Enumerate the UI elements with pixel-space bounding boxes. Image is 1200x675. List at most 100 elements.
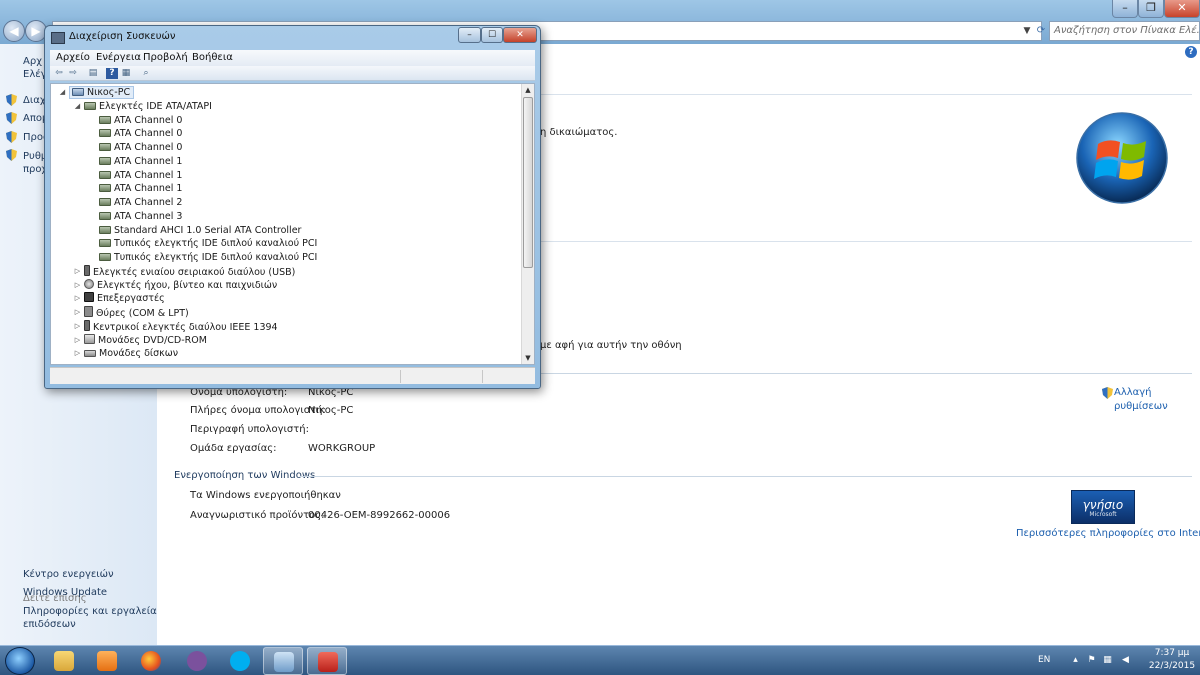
action-center-flag-icon[interactable]: ⚑ <box>1086 655 1097 666</box>
full-name-value: Νικος-PC <box>308 405 354 416</box>
tree-device[interactable]: ATA Channel 0 <box>99 141 182 154</box>
scan-hardware-icon[interactable]: ⌕ <box>140 68 152 79</box>
taskbar-app-system[interactable] <box>263 647 303 675</box>
taskbar-app-device-manager[interactable] <box>307 647 347 675</box>
sidebar-link-home[interactable]: Αρχ <box>23 55 42 68</box>
taskbar-app-skype[interactable] <box>220 647 260 675</box>
close-button[interactable]: ✕ <box>1164 0 1200 18</box>
change-settings-link[interactable]: Αλλαγή ρυθμίσεων <box>1102 386 1168 414</box>
skype-icon <box>230 651 250 671</box>
status-divider <box>482 370 483 383</box>
tree-device[interactable]: ATA Channel 2 <box>99 196 182 209</box>
device-manager-window: Διαχείριση Συσκευών – ☐ ✕ Αρχείο Ενέργει… <box>44 25 541 389</box>
expand-icon[interactable]: ▷ <box>73 265 82 278</box>
taskbar: EN ▴ ⚑ ▦ ◀ 7:37 μμ 22/3/2015 <box>0 645 1200 675</box>
scrollbar-thumb[interactable] <box>523 97 533 268</box>
show-hidden-icons-icon[interactable]: ▴ <box>1070 655 1081 666</box>
tree-device[interactable]: ATA Channel 1 <box>99 182 182 195</box>
tree-device-label: ATA Channel 0 <box>114 128 183 139</box>
genuine-badge-brand: Microsoft <box>1089 511 1117 518</box>
properties-icon[interactable]: ▤ <box>87 68 99 79</box>
taskbar-app-firefox[interactable] <box>131 647 171 675</box>
tree-category-usb[interactable]: ▷ Ελεγκτές ενιαίου σειριακού διαύλου (USB… <box>75 265 295 278</box>
tree-device[interactable]: ATA Channel 1 <box>99 155 182 168</box>
expand-icon[interactable]: ▷ <box>73 334 82 347</box>
tree-device-label: ATA Channel 1 <box>114 183 183 194</box>
system-icon <box>274 652 294 672</box>
tree-device[interactable]: ATA Channel 0 <box>99 127 182 140</box>
start-button[interactable] <box>5 647 35 675</box>
sidebar-link-device-manager[interactable]: Διαχ <box>23 94 46 107</box>
tree-device-label: Τυπικός ελεγκτής IDE διπλού καναλιού PCI <box>114 252 318 263</box>
tree-category-dvd[interactable]: ▷ Μονάδες DVD/CD-ROM <box>75 334 207 347</box>
search-input[interactable]: Αναζήτηση στον Πίνακα Ελέ... <box>1049 21 1200 41</box>
tree-category-label: Κεντρικοί ελεγκτές διαύλου IEEE 1394 <box>93 322 278 333</box>
close-button[interactable]: ✕ <box>503 27 537 43</box>
firewire-icon <box>84 320 90 331</box>
tree-category-label: Ελεγκτές ήχου, βίντεο και παιχνιδιών <box>97 280 278 291</box>
scroll-up-icon[interactable]: ▲ <box>522 84 534 96</box>
back-button[interactable]: ◀ <box>3 20 25 42</box>
maximize-button[interactable]: ☐ <box>481 27 503 43</box>
ide-channel-icon <box>99 143 111 151</box>
activation-status: Τα Windows ενεργοποιήθηκαν <box>190 490 341 501</box>
minimize-button[interactable]: – <box>458 27 481 43</box>
tree-category-processors[interactable]: ▷ Επεξεργαστές <box>75 292 165 305</box>
tree-category-disks[interactable]: ▷ Μονάδες δίσκων <box>75 347 178 360</box>
tree-device-label: ATA Channel 2 <box>114 197 183 208</box>
expand-icon[interactable]: ▷ <box>73 279 82 292</box>
minimize-button[interactable]: – <box>1112 0 1138 18</box>
shield-icon <box>6 131 17 143</box>
clock-date[interactable]: 22/3/2015 <box>1144 661 1200 671</box>
tree-category-ports[interactable]: ▷ Θύρες (COM & LPT) <box>75 306 189 319</box>
tree-device[interactable]: ATA Channel 0 <box>99 114 182 127</box>
taskbar-app-viber[interactable] <box>177 647 217 675</box>
collapse-icon[interactable]: ◢ <box>58 86 67 99</box>
network-icon[interactable]: ▦ <box>1102 655 1113 666</box>
tree-device[interactable]: ATA Channel 1 <box>99 169 182 182</box>
tree-category-ide[interactable]: ◢ Ελεγκτές IDE ATA/ATAPI <box>75 100 212 113</box>
scroll-down-icon[interactable]: ▼ <box>522 352 534 364</box>
menu-action[interactable]: Ενέργεια <box>96 52 141 63</box>
genuine-badge-text: γνήσιο <box>1082 498 1124 512</box>
taskbar-app-explorer[interactable] <box>44 647 84 675</box>
menu-help[interactable]: Βοήθεια <box>192 52 233 63</box>
taskbar-app-media-player[interactable] <box>87 647 127 675</box>
help-icon[interactable]: ? <box>1185 46 1197 58</box>
tree-category-ieee1394[interactable]: ▷ Κεντρικοί ελεγκτές διαύλου IEEE 1394 <box>75 320 278 333</box>
clock-time[interactable]: 7:37 μμ <box>1144 648 1200 658</box>
collapse-icon[interactable]: ◢ <box>73 100 82 113</box>
divider <box>540 94 1192 95</box>
tree-category-sound[interactable]: ▷ Ελεγκτές ήχου, βίντεο και παιχνιδιών <box>75 279 278 292</box>
expand-icon[interactable]: ▷ <box>73 306 82 319</box>
ide-channel-icon <box>99 171 111 179</box>
volume-icon[interactable]: ◀ <box>1120 655 1131 666</box>
back-arrow-icon[interactable]: ⇦ <box>53 68 65 79</box>
ide-controller-icon <box>84 102 96 110</box>
refresh-icon[interactable]: ⟳ <box>1034 22 1048 40</box>
forward-arrow-icon[interactable]: ⇨ <box>67 68 79 79</box>
details-icon[interactable]: ▦ <box>120 68 132 79</box>
maximize-button[interactable]: ❐ <box>1138 0 1164 18</box>
sidebar-link-performance[interactable]: Πληροφορίες και εργαλεία <box>23 605 157 618</box>
sidebar-link-windows-update[interactable]: Windows Update <box>23 586 107 599</box>
tree-device[interactable]: Τυπικός ελεγκτής IDE διπλού καναλιού PCI <box>99 237 317 250</box>
expand-icon[interactable]: ▷ <box>73 320 82 333</box>
sidebar-link-action-center[interactable]: Κέντρο ενεργειών <box>23 568 114 581</box>
tree-device[interactable]: Τυπικός ελεγκτής IDE διπλού καναλιού PCI <box>99 251 317 264</box>
more-info-link[interactable]: Περισσότερες πληροφορίες στο Internet... <box>1016 528 1200 539</box>
shield-icon <box>1102 387 1113 399</box>
expand-icon[interactable]: ▷ <box>73 347 82 360</box>
device-manager-icon <box>51 32 65 44</box>
menu-view[interactable]: Προβολή <box>143 52 188 63</box>
help-icon[interactable]: ? <box>106 68 118 79</box>
vertical-scrollbar[interactable]: ▲ ▼ <box>521 84 534 364</box>
tree-device[interactable]: ATA Channel 3 <box>99 210 182 223</box>
tree-root[interactable]: ◢ Νικος-PC <box>60 86 135 99</box>
expand-icon[interactable]: ▷ <box>73 292 82 305</box>
tree-device[interactable]: Standard AHCI 1.0 Serial ATA Controller <box>99 224 301 237</box>
sidebar-link-performance-2[interactable]: επιδόσεων <box>23 618 76 631</box>
menu-file[interactable]: Αρχείο <box>56 52 90 63</box>
language-indicator[interactable]: EN <box>1038 655 1050 665</box>
address-dropdown-icon[interactable]: ▼ <box>1020 22 1034 40</box>
